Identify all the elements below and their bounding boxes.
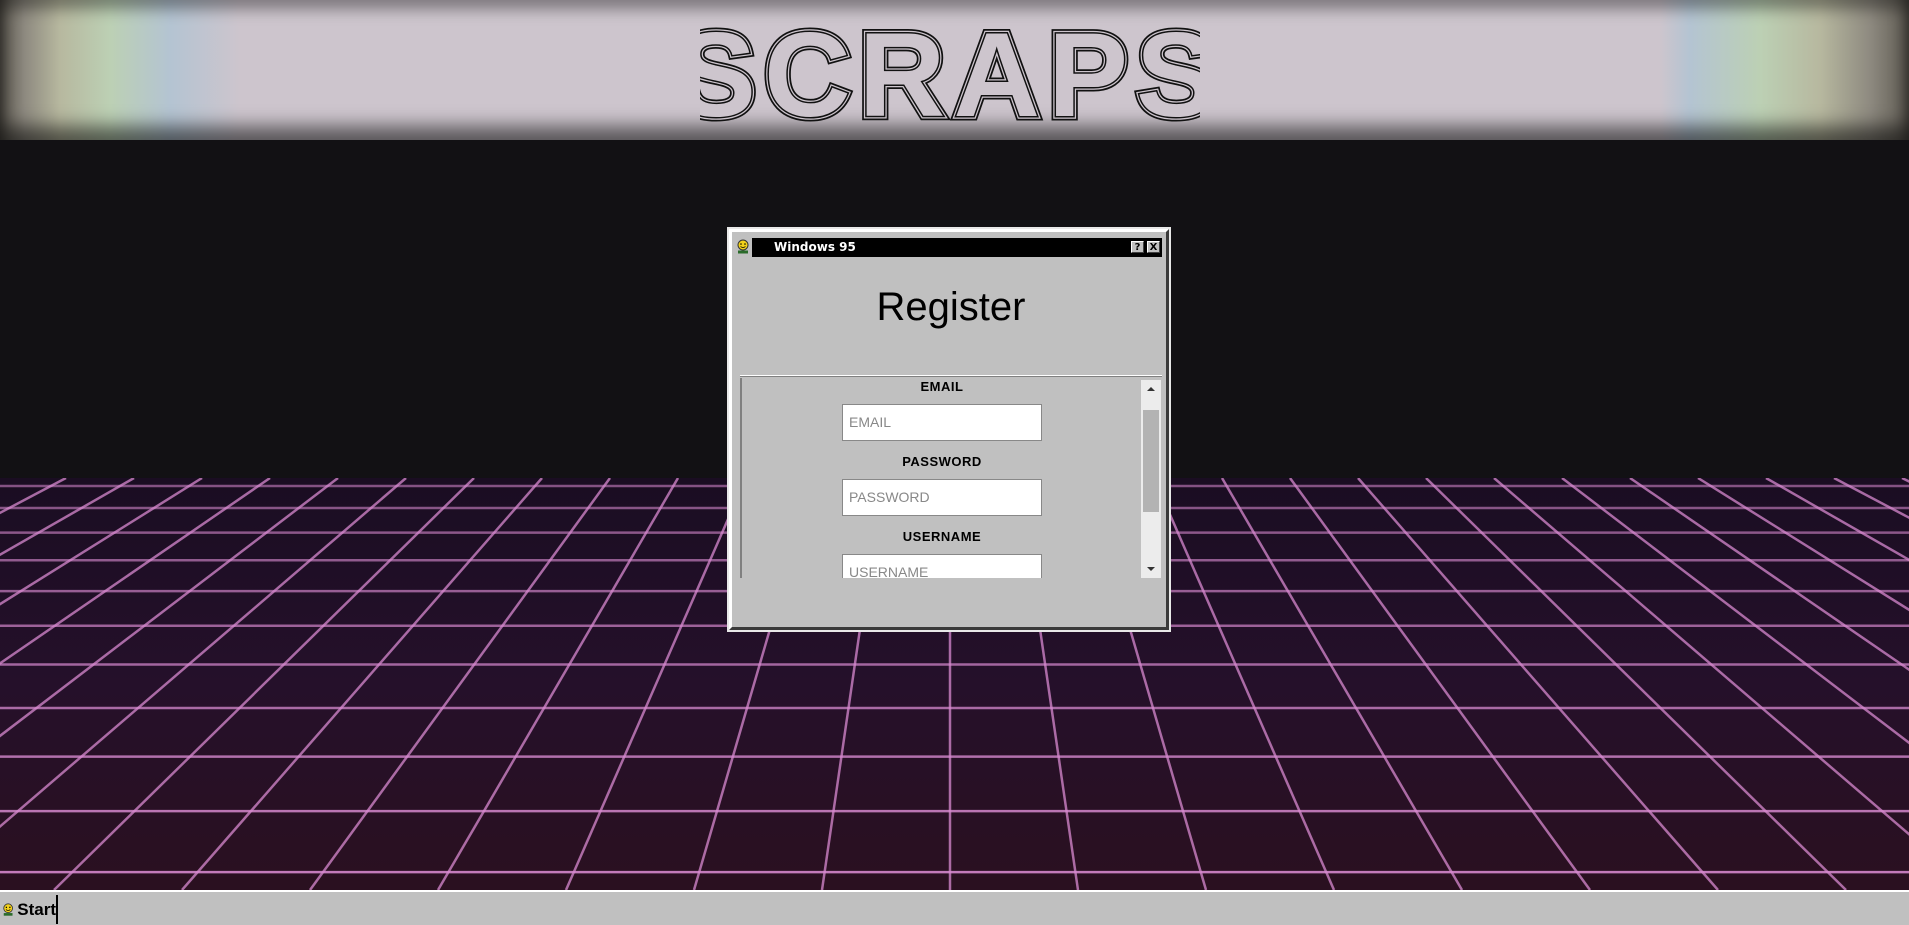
close-button[interactable]: X: [1147, 241, 1160, 253]
smiley-logo-icon: [3, 902, 13, 916]
start-label: Start: [17, 899, 56, 919]
scroll-up-arrow-icon[interactable]: [1141, 380, 1161, 398]
header-banner: SCRAPS SCRAPS SCRAPS SCRAPS: [0, 0, 1909, 140]
username-field[interactable]: USERNAME: [842, 554, 1042, 578]
scrollbar-thumb[interactable]: [1143, 410, 1159, 512]
taskbar: Start: [0, 890, 1909, 925]
register-form: EMAIL EMAIL PASSWORD PASSWORD USERNAME U…: [740, 378, 1150, 578]
start-button[interactable]: Start: [0, 895, 58, 924]
form-scrollbar[interactable]: [1141, 380, 1161, 578]
email-field[interactable]: EMAIL: [842, 404, 1042, 441]
svg-text:SCRAPS: SCRAPS: [700, 16, 1200, 128]
smiley-logo-icon: [734, 236, 752, 258]
window-title: Windows 95: [774, 240, 856, 254]
heading-area: Register: [740, 257, 1162, 376]
register-window: Windows 95 ? X Register EMAIL EMAIL PASS…: [729, 229, 1169, 630]
page-title: Register: [876, 285, 1026, 329]
password-field[interactable]: PASSWORD: [842, 479, 1042, 516]
scroll-down-arrow-icon[interactable]: [1141, 560, 1161, 578]
window-titlebar[interactable]: Windows 95 ? X: [734, 236, 1162, 258]
email-label: EMAIL: [920, 379, 964, 394]
help-button[interactable]: ?: [1131, 241, 1144, 253]
username-label: USERNAME: [902, 529, 982, 544]
password-label: PASSWORD: [902, 454, 982, 469]
site-logo: SCRAPS SCRAPS SCRAPS SCRAPS: [700, 16, 1200, 128]
